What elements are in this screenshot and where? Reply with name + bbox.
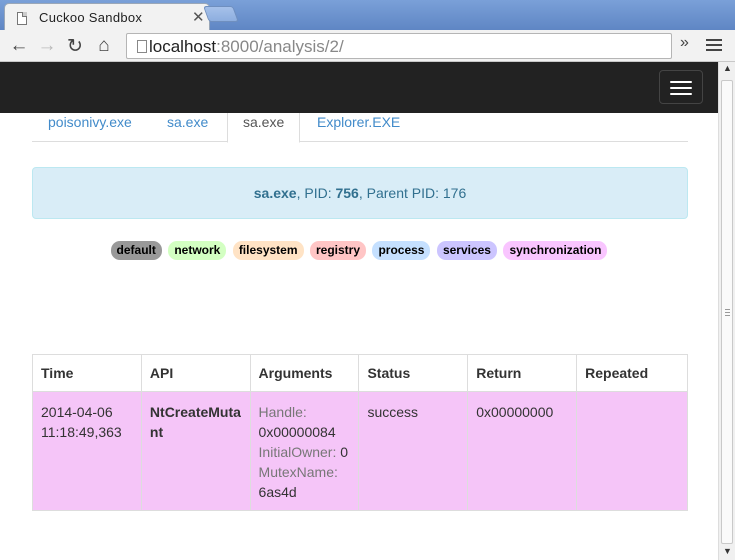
arg-name: Handle: [258, 404, 307, 420]
category-filters: default network filesystem registry proc… [0, 241, 718, 260]
arg-value: 0 [340, 444, 349, 460]
close-icon[interactable]: ✕ [192, 8, 205, 26]
process-info-box: sa.exe, PID: 756, Parent PID: 176 [32, 167, 688, 219]
filter-registry[interactable]: registry [309, 241, 366, 260]
grip-icon [725, 309, 730, 318]
scroll-down-arrow-icon[interactable]: ▼ [723, 546, 732, 556]
url-host: localhost [149, 37, 217, 56]
scroll-up-arrow-icon[interactable]: ▲ [723, 63, 732, 73]
column-header-arguments: Arguments [249, 354, 360, 392]
address-bar[interactable]: localhost:8000/analysis/2/ [126, 33, 672, 59]
reload-icon[interactable]: ↻ [63, 34, 87, 58]
page-icon [137, 40, 147, 53]
cell-time: 2014-04-06 11:18:49,363 [32, 391, 142, 511]
new-tab-button[interactable] [203, 6, 239, 22]
tab-process-active[interactable]: sa.exe [227, 113, 301, 143]
overflow-icon[interactable]: » [680, 34, 689, 52]
arg-name: MutexName: [258, 464, 338, 480]
url-path: :8000/analysis/2/ [216, 37, 344, 56]
cell-arguments: Handle: 0x00000084 InitialOwner: 0 Mutex… [249, 391, 360, 511]
cell-status: success [358, 391, 469, 511]
arg-value: 6as4d [258, 484, 297, 500]
browser-tab[interactable]: Cuckoo Sandbox ✕ [4, 3, 210, 31]
table-row: 2014-04-06 11:18:49,363 NtCreateMutant H… [32, 391, 688, 511]
browser-tabstrip: Cuckoo Sandbox ✕ [0, 0, 735, 31]
process-tabs: poisonivy.exe sa.exe sa.exe Explorer.EXE [32, 113, 688, 143]
cell-api: NtCreateMutant [140, 391, 251, 511]
filter-services[interactable]: services [436, 241, 497, 260]
browser-toolbar: ← → ↻ ⌂ localhost:8000/analysis/2/ » [0, 30, 735, 62]
column-header-return: Return [467, 354, 578, 392]
page-icon [17, 12, 27, 25]
hamburger-menu-icon[interactable] [659, 70, 703, 104]
api-calls-table: Time API Arguments Status Return Repeate… [32, 354, 688, 511]
pid-value: 756 [335, 185, 359, 201]
navbar [0, 62, 718, 113]
time-clock: 11:18:49,363 [41, 424, 122, 440]
column-header-repeated: Repeated [576, 354, 688, 392]
column-header-api: API [140, 354, 251, 392]
tab-process[interactable]: Explorer.EXE [302, 113, 415, 142]
tab-process[interactable]: sa.exe [152, 113, 223, 142]
forward-arrow-icon[interactable]: → [35, 34, 59, 58]
menu-icon[interactable] [706, 39, 722, 53]
url-text: localhost:8000/analysis/2/ [149, 37, 344, 57]
column-header-time: Time [32, 354, 142, 392]
home-icon[interactable]: ⌂ [92, 34, 116, 58]
vertical-scrollbar[interactable]: ▲ ▼ [718, 62, 735, 560]
pid-label: , PID: [296, 185, 336, 201]
filter-default[interactable]: default [110, 241, 162, 260]
process-name: sa.exe [253, 185, 297, 201]
tab-process[interactable]: poisonivy.exe [33, 113, 147, 142]
back-arrow-icon[interactable]: ← [7, 34, 31, 58]
scrollbar-thumb[interactable] [721, 80, 733, 544]
page-viewport: poisonivy.exe sa.exe sa.exe Explorer.EXE… [0, 62, 718, 560]
tab-title: Cuckoo Sandbox [39, 10, 143, 25]
arg-name: InitialOwner: [258, 444, 337, 460]
parent-pid: , Parent PID: 176 [358, 185, 467, 201]
column-header-status: Status [358, 354, 469, 392]
time-date: 2014-04-06 [41, 404, 113, 420]
filter-filesystem[interactable]: filesystem [232, 241, 304, 260]
filter-process[interactable]: process [372, 241, 431, 260]
api-name: NtCreateMutant [149, 404, 241, 440]
cell-return: 0x00000000 [467, 391, 578, 511]
cell-repeated [576, 391, 688, 511]
arg-value: 0x00000084 [258, 424, 336, 440]
filter-synchronization[interactable]: synchronization [503, 241, 608, 260]
table-header-row: Time API Arguments Status Return Repeate… [32, 354, 688, 392]
filter-network[interactable]: network [168, 241, 227, 260]
